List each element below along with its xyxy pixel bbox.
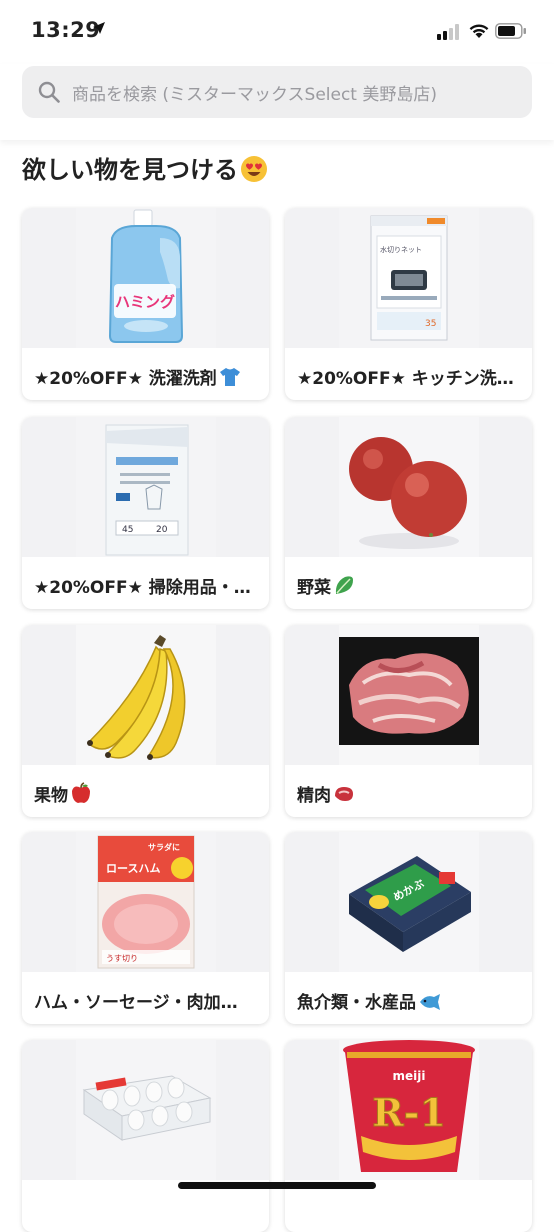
- ham-badge-text: サラダに: [148, 842, 180, 852]
- category-label-text: 果物: [34, 786, 68, 806]
- category-label-text: 精肉: [297, 786, 331, 806]
- category-card-vegetables[interactable]: 野菜: [285, 417, 532, 609]
- category-label: 精肉: [297, 781, 523, 806]
- category-card-laundry-detergent[interactable]: ハミング ★20%OFF★ 洗濯洗剤: [22, 208, 269, 400]
- wifi-icon: [469, 24, 489, 38]
- product-image-eggs: [22, 1040, 269, 1180]
- kitchen-net-count: 35: [425, 319, 436, 329]
- home-indicator[interactable]: [178, 1182, 376, 1189]
- location-arrow-icon: [93, 22, 105, 34]
- category-card-eggs[interactable]: [22, 1040, 269, 1232]
- category-card-ham-sausage[interactable]: サラダに ロースハム うす切り ハム・ソーセージ・肉加…: [22, 832, 269, 1024]
- search-input[interactable]: 商品を検索 (ミスターマックスSelect 美野島店): [22, 66, 532, 118]
- trash-bag-count: 20: [156, 525, 168, 535]
- detergent-band-text: ハミング: [115, 293, 175, 311]
- trash-bag-size: 45: [122, 525, 133, 535]
- egg-carton-image: [76, 1040, 216, 1180]
- category-label: 魚介類・水産品: [297, 988, 523, 1013]
- category-label-text: 魚介類・水産品: [297, 993, 416, 1013]
- product-image-trash-bags: 45 20: [22, 417, 269, 557]
- heart-eyes-emoji-icon: [241, 156, 267, 182]
- leafy-green-icon: [335, 576, 353, 594]
- category-label: ★20%OFF★ キッチン洗…: [297, 369, 514, 389]
- bananas-image: [76, 625, 216, 765]
- product-image-tomatoes: [285, 417, 532, 557]
- category-label-text: 野菜: [297, 578, 331, 598]
- product-image-yogurt: meiji R-1: [285, 1040, 532, 1180]
- product-image-meat: [285, 625, 532, 765]
- product-image-bananas: [22, 625, 269, 765]
- battery-icon: [495, 23, 526, 39]
- yogurt-cup-image: meiji R-1: [339, 1040, 479, 1180]
- category-label: 野菜: [297, 573, 523, 598]
- category-label: 果物: [34, 781, 260, 806]
- product-image-seafood: めかぶ: [285, 832, 532, 972]
- tomatoes-image: [339, 417, 479, 557]
- yogurt-brand-text: meiji: [393, 1069, 426, 1083]
- section-title: 欲しい物を見つける: [22, 150, 268, 185]
- sliced-ham-image: サラダに ロースハム うす切り: [76, 832, 216, 972]
- kitchen-net-image: 水切りネット 35: [339, 208, 479, 348]
- ham-title-text: ロースハム: [106, 862, 160, 875]
- ham-sub-text: うす切り: [106, 954, 138, 963]
- section-title-text: 欲しい物を見つける: [22, 156, 238, 184]
- category-label-text: ★20%OFF★ 洗濯洗剤: [34, 369, 217, 389]
- category-card-seafood[interactable]: めかぶ 魚介類・水産品: [285, 832, 532, 1024]
- status-bar: 13:29: [0, 0, 554, 64]
- shirt-icon: [219, 368, 240, 386]
- trash-bags-image: 45 20: [76, 417, 216, 557]
- detergent-bottle-image: ハミング: [76, 208, 216, 348]
- category-card-fruit[interactable]: 果物: [22, 625, 269, 817]
- category-label: ★20%OFF★ 掃除用品・…: [34, 578, 251, 598]
- product-image-detergent: ハミング: [22, 208, 269, 348]
- cellular-signal-icon: [437, 24, 459, 40]
- sliced-meat-image: [339, 625, 479, 765]
- product-image-kitchen-net: 水切りネット 35: [285, 208, 532, 348]
- seaweed-pack-image: めかぶ: [339, 832, 479, 972]
- product-image-ham: サラダに ロースハム うす切り: [22, 832, 269, 972]
- category-label: ハム・ソーセージ・肉加…: [34, 993, 238, 1013]
- kitchen-net-text: 水切りネット: [380, 245, 422, 254]
- fish-icon: [420, 994, 440, 1010]
- category-card-meat[interactable]: 精肉: [285, 625, 532, 817]
- apple-icon: [72, 782, 90, 803]
- category-card-cleaning-supplies[interactable]: 45 20 ★20%OFF★ 掃除用品・…: [22, 417, 269, 609]
- category-card-kitchen-cleaning[interactable]: 水切りネット 35 ★20%OFF★ キッチン洗…: [285, 208, 532, 400]
- yogurt-title-text: R-1: [372, 1090, 446, 1135]
- meat-icon: [335, 787, 353, 801]
- status-time: 13:29: [31, 18, 101, 42]
- category-card-dairy[interactable]: meiji R-1: [285, 1040, 532, 1232]
- search-icon: [38, 81, 60, 103]
- category-label: ★20%OFF★ 洗濯洗剤: [34, 364, 260, 389]
- search-placeholder: 商品を検索 (ミスターマックスSelect 美野島店): [72, 85, 438, 105]
- search-header: 商品を検索 (ミスターマックスSelect 美野島店): [0, 64, 554, 140]
